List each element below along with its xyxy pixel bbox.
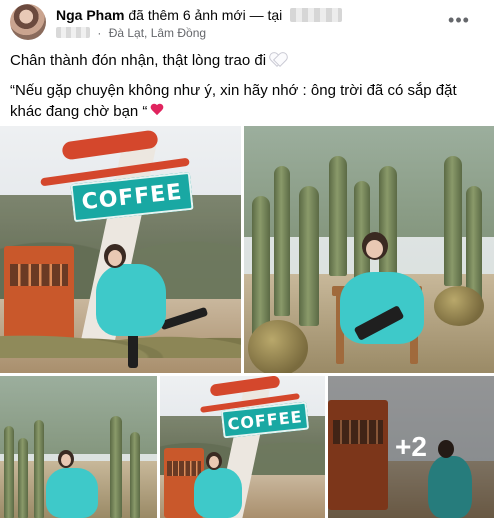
post-meta: · Đà Lạt, Lâm Đồng	[56, 25, 206, 41]
post-header: Nga Pham đã thêm 6 ảnh mới — tại	[56, 6, 343, 24]
meta-separator: ·	[97, 26, 102, 40]
author-avatar[interactable]	[10, 4, 46, 40]
more-photos-overlay[interactable]: +2	[328, 376, 494, 518]
photo-2[interactable]	[244, 126, 494, 373]
photo-4[interactable]: COFFEE	[160, 376, 325, 518]
post-line-1: Chân thành đón nhận, thật lòng trao đi	[10, 50, 480, 71]
post-line-2-text: “Nếu gặp chuyện không như ý, xin hãy nhớ…	[10, 82, 457, 120]
post-body: Chân thành đón nhận, thật lòng trao đi “…	[10, 50, 480, 131]
post-line-1-text: Chân thành đón nhận, thật lòng trao đi	[10, 52, 267, 69]
more-options-icon: •••	[448, 9, 470, 30]
photo-3[interactable]	[0, 376, 157, 518]
more-options-button[interactable]: •••	[447, 8, 471, 32]
red-heart-icon	[150, 104, 164, 117]
post-action-text: đã thêm 6 ảnh mới — tại	[128, 7, 283, 23]
post-line-2: “Nếu gặp chuyện không như ý, xin hãy nhớ…	[10, 80, 480, 122]
location-link[interactable]: Đà Lạt, Lâm Đồng	[109, 26, 206, 40]
blurred-place-name	[290, 8, 343, 22]
photo-1[interactable]: COFFEE	[0, 126, 241, 373]
author-name[interactable]: Nga Pham	[56, 7, 124, 23]
blurred-timestamp[interactable]	[56, 27, 90, 38]
photo-5-more[interactable]: +2	[328, 376, 494, 518]
facebook-post: Nga Pham đã thêm 6 ảnh mới — tại · Đà Lạ…	[0, 0, 494, 518]
white-heart-icon	[270, 53, 285, 66]
